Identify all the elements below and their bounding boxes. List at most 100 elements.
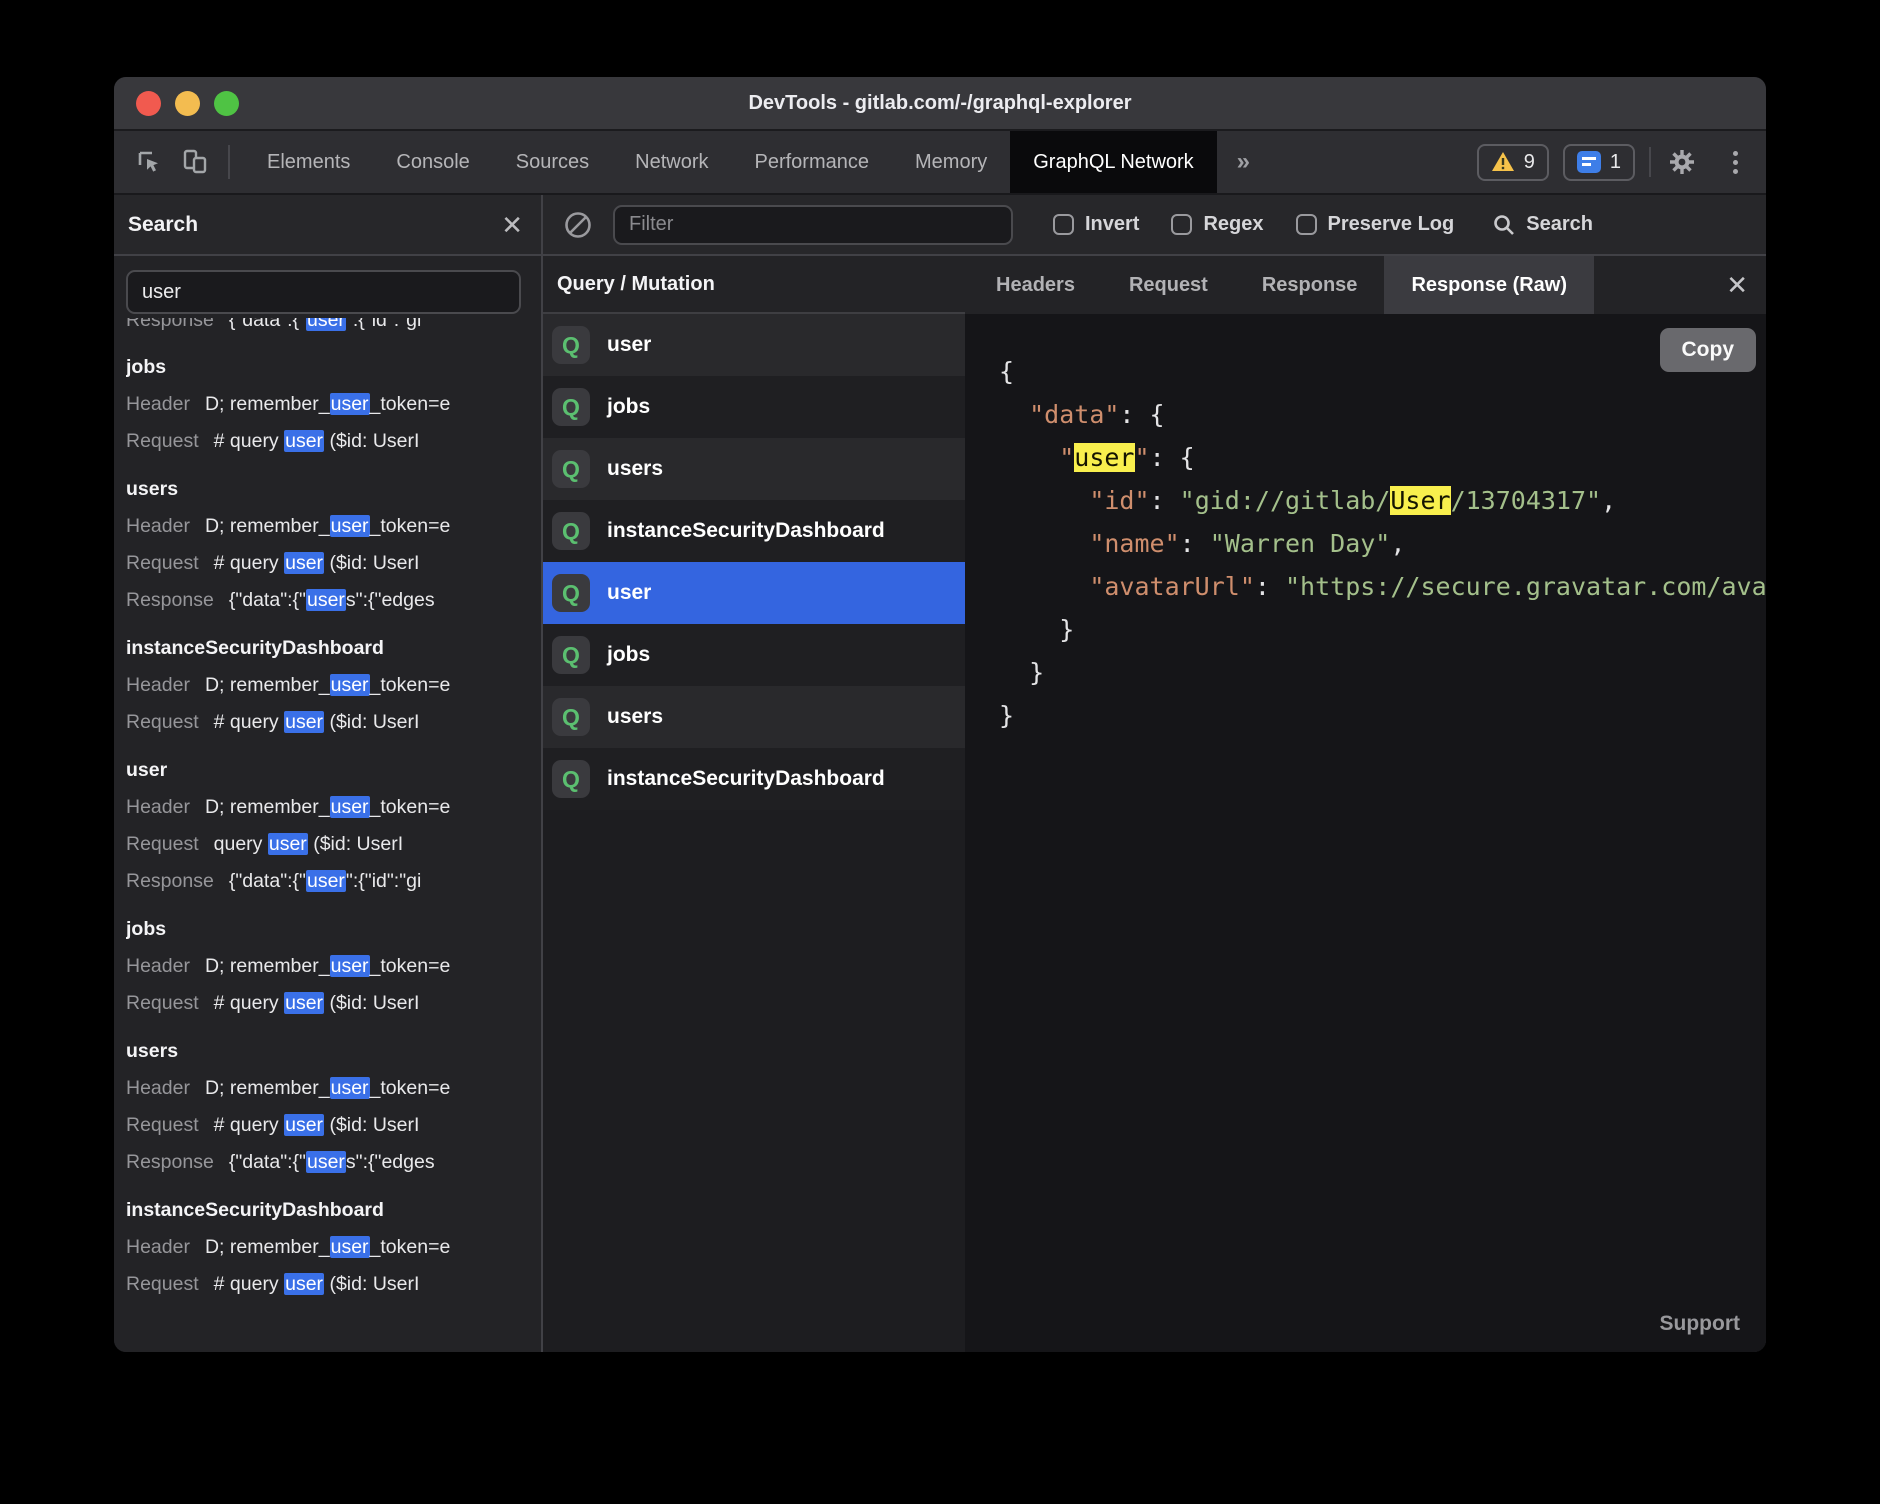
query-badge-icon: Q [552, 636, 590, 674]
search-input[interactable] [126, 270, 521, 314]
query-item-user[interactable]: Quser [543, 562, 965, 624]
toolbar-divider [1649, 147, 1651, 177]
match-highlight: user [306, 1151, 346, 1173]
kebab-menu-icon[interactable] [1725, 151, 1746, 174]
result-row-content: {"data":{"user":{"id":"gi [229, 318, 422, 331]
query-item-instancesecuritydashboard[interactable]: QinstanceSecurityDashboard [543, 500, 965, 562]
result-row-label: Header [126, 393, 190, 415]
json-line: } [999, 694, 1766, 737]
result-row[interactable]: HeaderD; remember_user_token=e [126, 789, 541, 826]
tab-elements[interactable]: Elements [244, 131, 373, 193]
response-tab-response-raw[interactable]: Response (Raw) [1384, 256, 1594, 314]
result-row[interactable]: Request# query user ($id: UserI [126, 545, 541, 582]
more-tabs-icon[interactable]: » [1217, 148, 1270, 176]
search-panel-title: Search [128, 213, 198, 237]
toolbar-row: Search ✕ Invert Regex Preserve Log Search [114, 195, 1766, 256]
result-row[interactable]: HeaderD; remember_user_token=e [126, 508, 541, 545]
result-row[interactable]: Response{"data":{"user":{"id":"gi [126, 863, 541, 900]
match-highlight: user [284, 430, 324, 452]
network-filter-bar: Invert Regex Preserve Log Search [543, 195, 1766, 254]
json-line: "data": { [999, 393, 1766, 436]
query-item-instancesecuritydashboard[interactable]: QinstanceSecurityDashboard [543, 748, 965, 810]
network-search-button[interactable]: Search [1492, 213, 1593, 237]
checkbox-label: Invert [1085, 213, 1139, 236]
result-row[interactable]: Request# query user ($id: UserI [126, 1107, 541, 1144]
result-row[interactable]: Response{"data":{"users":{"edges [126, 1144, 541, 1181]
result-row[interactable]: Request# query user ($id: UserI [126, 985, 541, 1022]
query-list: QuserQjobsQusersQinstanceSecurityDashboa… [543, 314, 965, 810]
query-item-users[interactable]: Qusers [543, 686, 965, 748]
result-row[interactable]: HeaderD; remember_user_token=e [126, 667, 541, 704]
settings-gear-icon[interactable] [1665, 145, 1699, 179]
devtools-tabbar: ElementsConsoleSourcesNetworkPerformance… [114, 131, 1766, 195]
minimize-button[interactable] [175, 91, 200, 116]
result-row-label: Request [126, 992, 199, 1014]
tab-memory[interactable]: Memory [892, 131, 1010, 193]
copy-button[interactable]: Copy [1660, 328, 1757, 372]
result-row-content: {"data":{"user":{"id":"gi [229, 870, 422, 892]
checkbox-regex[interactable]: Regex [1171, 213, 1263, 236]
tabbar-right: 9 1 [1477, 144, 1766, 181]
content: Response{"data":{"user":{"id":"gijobsHea… [114, 256, 1766, 1352]
match-highlight: user [284, 992, 324, 1014]
warnings-badge[interactable]: 9 [1477, 144, 1549, 181]
inspect-icon[interactable] [132, 145, 166, 179]
detail-close-icon[interactable]: ✕ [1726, 272, 1748, 298]
match-highlight: user [284, 1273, 324, 1295]
query-item-jobs[interactable]: Qjobs [543, 624, 965, 686]
match-highlight: user [330, 515, 370, 537]
titlebar: DevTools - gitlab.com/-/graphql-explorer [114, 77, 1766, 131]
json-line: "avatarUrl": "https://secure.gravatar.co… [999, 565, 1766, 608]
query-item-user[interactable]: Quser [543, 314, 965, 376]
query-item-label: instanceSecurityDashboard [607, 767, 885, 791]
device-toolbar-icon[interactable] [178, 145, 212, 179]
result-row[interactable]: HeaderD; remember_user_token=e [126, 1070, 541, 1107]
response-tab-request[interactable]: Request [1102, 256, 1235, 314]
clear-icon[interactable] [563, 210, 593, 240]
result-row-label: Response [126, 1151, 214, 1173]
match-highlight: user [330, 955, 370, 977]
response-tab-headers[interactable]: Headers [969, 256, 1102, 314]
result-row[interactable]: Response{"data":{"users":{"edges [126, 582, 541, 619]
json-line: "name": "Warren Day", [999, 522, 1766, 565]
zoom-button[interactable] [214, 91, 239, 116]
tab-graphql-network[interactable]: GraphQL Network [1010, 131, 1216, 193]
search-close-icon[interactable]: ✕ [501, 212, 523, 238]
match-highlight: user [284, 711, 324, 733]
result-row-content: D; remember_user_token=e [205, 393, 450, 415]
checkbox-box [1171, 214, 1192, 235]
result-row[interactable]: Request# query user ($id: UserI [126, 704, 541, 741]
result-row-content: D; remember_user_token=e [205, 515, 450, 537]
result-row[interactable]: HeaderD; remember_user_token=e [126, 948, 541, 985]
result-row[interactable]: Request# query user ($id: UserI [126, 1266, 541, 1303]
result-row[interactable]: Requestquery user ($id: UserI [126, 826, 541, 863]
checkbox-invert[interactable]: Invert [1053, 213, 1139, 236]
window-controls [136, 77, 239, 129]
filter-options: Invert Regex Preserve Log [1053, 213, 1454, 236]
result-row-content: D; remember_user_token=e [205, 1236, 450, 1258]
tab-sources[interactable]: Sources [493, 131, 612, 193]
result-row[interactable]: HeaderD; remember_user_token=e [126, 1229, 541, 1266]
tab-performance[interactable]: Performance [732, 131, 893, 193]
filter-input[interactable] [613, 205, 1013, 245]
response-tab-response[interactable]: Response [1235, 256, 1385, 314]
result-row[interactable]: Header D; remember_user_token=e [126, 386, 541, 423]
query-item-jobs[interactable]: Qjobs [543, 376, 965, 438]
result-row-content: # query user ($id: UserI [214, 430, 420, 452]
result-group-title: instanceSecurityDashboard [126, 1192, 541, 1229]
checkbox-preserve-log[interactable]: Preserve Log [1296, 213, 1455, 236]
result-row-content: # query user ($id: UserI [214, 711, 420, 733]
match-highlight: user [330, 1236, 370, 1258]
match-highlight: user [284, 1114, 324, 1136]
support-link[interactable]: Support [1660, 1312, 1740, 1336]
result-row-content: D; remember_user_token=e [205, 1077, 450, 1099]
result-row-label: Request [126, 833, 199, 855]
tab-console[interactable]: Console [373, 131, 492, 193]
close-button[interactable] [136, 91, 161, 116]
query-badge-icon: Q [552, 574, 590, 612]
match-highlight: user [1074, 443, 1134, 472]
tab-network[interactable]: Network [612, 131, 731, 193]
query-item-users[interactable]: Qusers [543, 438, 965, 500]
issues-badge[interactable]: 1 [1563, 144, 1635, 181]
result-row[interactable]: Request# query user ($id: UserI [126, 423, 541, 460]
